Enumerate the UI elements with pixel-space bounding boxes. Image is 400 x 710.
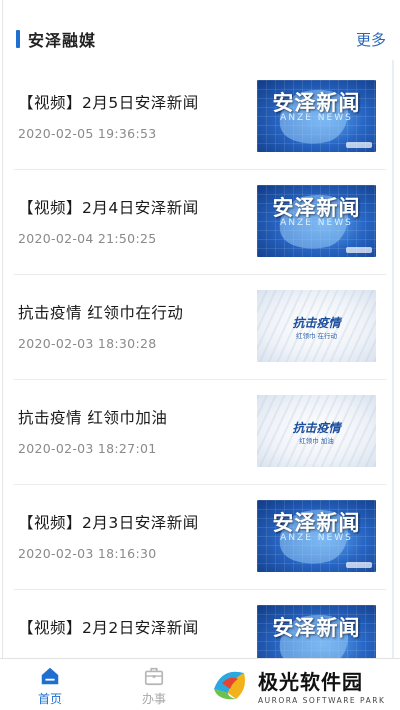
tab-service-label: 办事: [141, 692, 166, 706]
tab-home[interactable]: 首页: [20, 659, 80, 710]
news-item[interactable]: 【视频】2月3日安泽新闻 2020-02-03 18:16:30 安泽新闻 AN…: [14, 485, 386, 590]
news-time: 2020-02-05 19:36:53: [18, 126, 157, 141]
news-title: 【视频】2月2日安泽新闻: [18, 619, 199, 637]
thumbnail-caption-sub: 红领巾 在行动: [295, 332, 338, 340]
briefcase-icon: [144, 667, 164, 686]
news-title: 【视频】2月4日安泽新闻: [18, 199, 199, 217]
watermark-text: 极光软件园 AURORA SOFTWARE PARK: [258, 666, 385, 705]
news-title: 抗击疫情 红领巾加油: [18, 409, 168, 427]
watermark: 极光软件园 AURORA SOFTWARE PARK: [204, 660, 400, 710]
news-thumbnail: 安泽新闻 ANZE NEWS: [257, 80, 376, 152]
news-thumbnail: 安泽新闻 ANZE NEWS: [257, 185, 376, 257]
watermark-name-en: AURORA SOFTWARE PARK: [258, 695, 386, 705]
thumbnail-brand-en: ANZE NEWS: [280, 218, 353, 228]
thumbnail-brand-en: ANZE NEWS: [280, 113, 353, 123]
news-thumbnail: 安泽新闻 ANZE NEWS: [257, 500, 376, 572]
thumbnail-caption-main: 抗击疫情: [292, 316, 341, 330]
watermark-name-cn: 极光软件园: [258, 669, 363, 694]
section-title: 安泽融媒: [28, 31, 97, 50]
news-thumbnail: 抗击疫情 红领巾 在行动: [257, 290, 376, 362]
news-list: 【视频】2月5日安泽新闻 2020-02-05 19:36:53 安泽新闻 AN…: [0, 65, 400, 695]
news-thumbnail: 抗击疫情 红领巾 加油: [257, 395, 376, 467]
section-header: 安泽融媒 更多: [0, 18, 400, 60]
thumbnail-brand-en: ANZE NEWS: [280, 533, 353, 543]
home-icon: [41, 667, 59, 685]
thumbnail-brand-cn: 安泽新闻: [272, 616, 361, 640]
news-time: 2020-02-03 18:30:28: [18, 336, 157, 351]
news-item[interactable]: 【视频】2月5日安泽新闻 2020-02-05 19:36:53 安泽新闻 AN…: [14, 65, 386, 170]
tab-home-label: 首页: [37, 692, 62, 706]
news-title: 抗击疫情 红领巾在行动: [18, 304, 184, 322]
news-item[interactable]: 【视频】2月4日安泽新闻 2020-02-04 21:50:25 安泽新闻 AN…: [14, 170, 386, 275]
more-link[interactable]: 更多: [356, 29, 386, 50]
tab-service[interactable]: 办事: [124, 659, 184, 710]
news-title: 【视频】2月5日安泽新闻: [18, 94, 199, 112]
thumbnail-caption-main: 抗击疫情: [292, 421, 341, 435]
aurora-logo-icon: [210, 665, 250, 705]
section-title-accent-bar: [16, 30, 20, 48]
news-time: 2020-02-04 21:50:25: [18, 231, 157, 246]
news-time: 2020-02-03 18:27:01: [18, 441, 157, 456]
thumbnail-caption-sub: 红领巾 加油: [299, 437, 334, 445]
news-title: 【视频】2月3日安泽新闻: [18, 514, 199, 532]
news-time: 2020-02-03 18:16:30: [18, 546, 157, 561]
app-screen: 安泽融媒 更多 【视频】2月5日安泽新闻 2020-02-05 19:36:53…: [0, 0, 400, 710]
section-title-group: 安泽融媒: [0, 27, 96, 51]
news-item[interactable]: 抗击疫情 红领巾在行动 2020-02-03 18:30:28 抗击疫情 红领巾…: [14, 275, 386, 380]
news-item[interactable]: 抗击疫情 红领巾加油 2020-02-03 18:27:01 抗击疫情 红领巾 …: [14, 380, 386, 485]
